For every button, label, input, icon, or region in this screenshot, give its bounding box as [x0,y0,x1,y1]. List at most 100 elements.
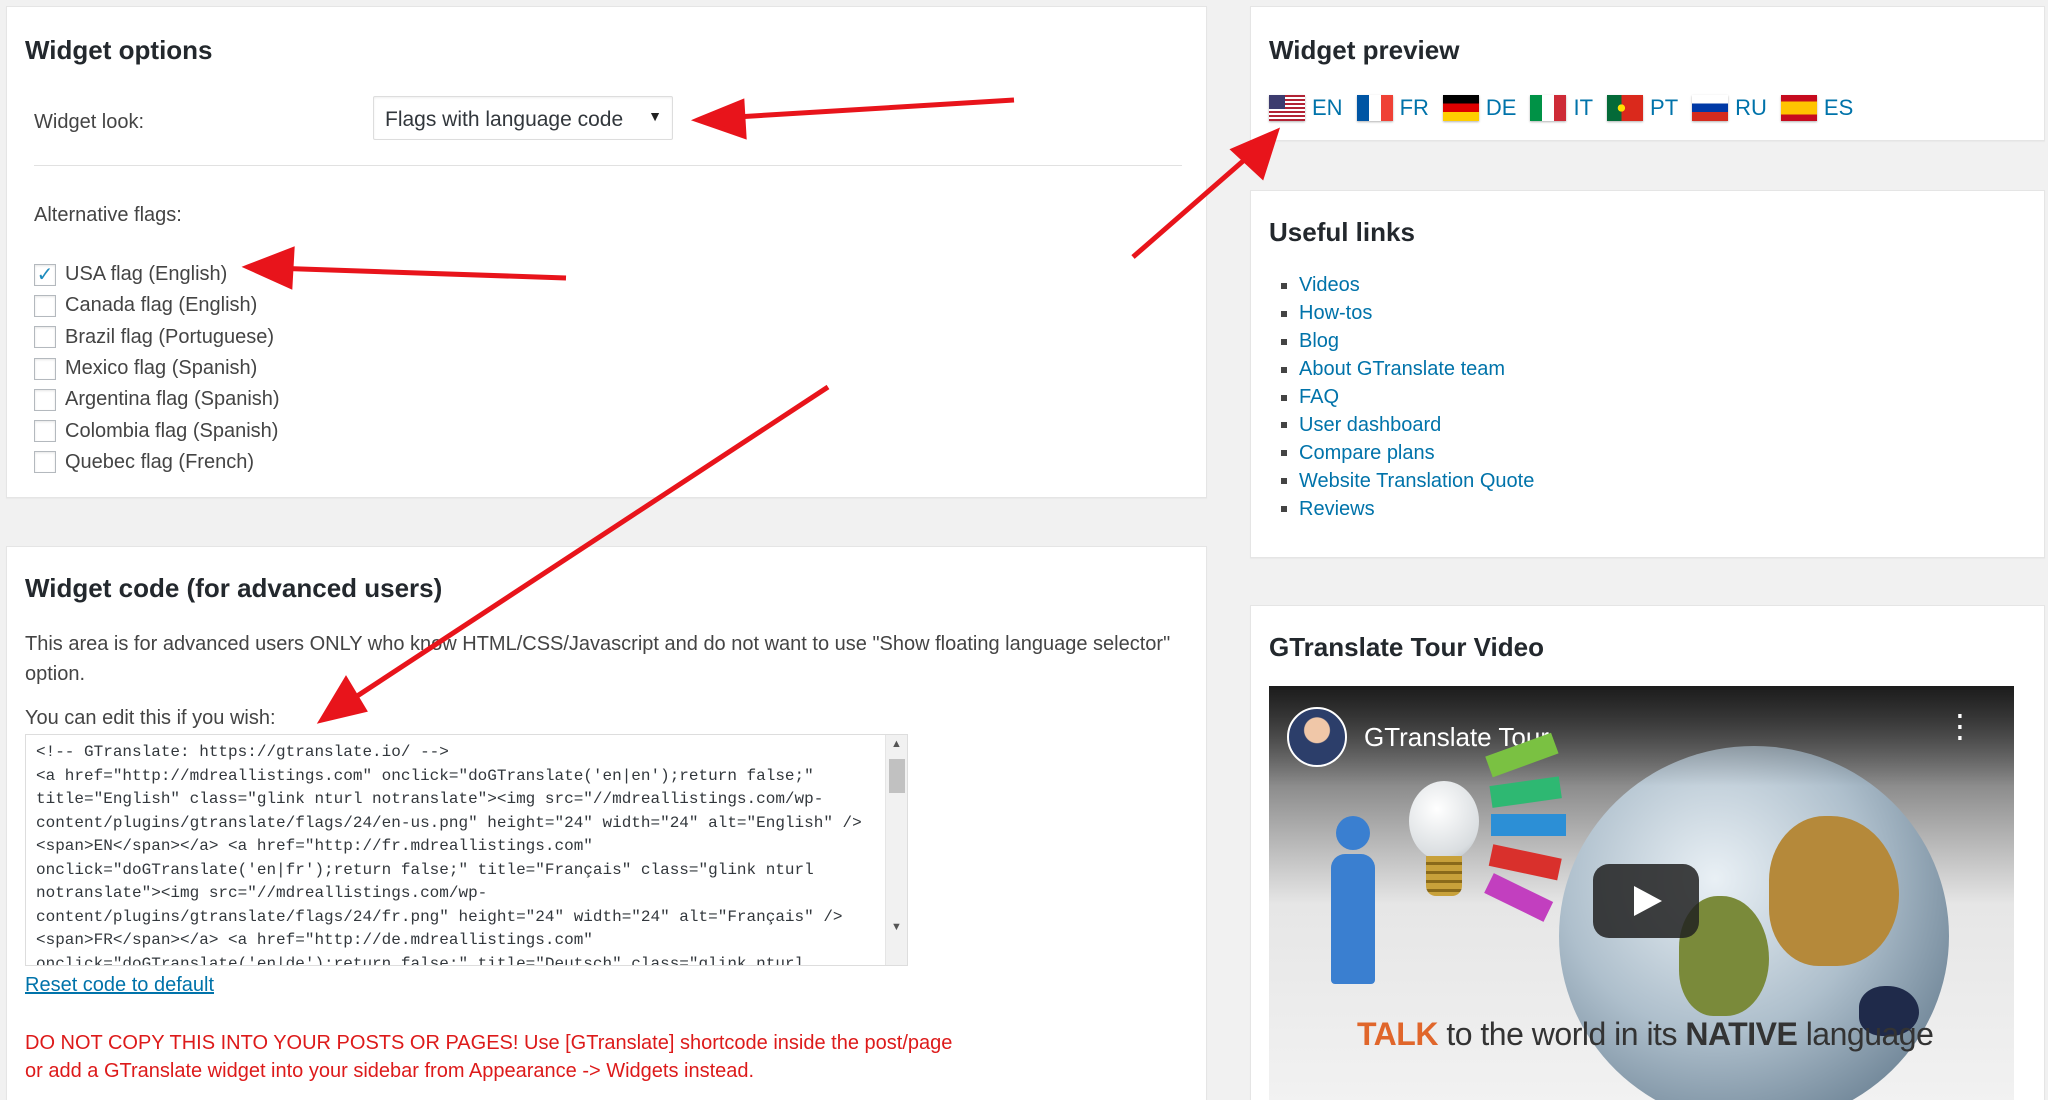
useful-link[interactable]: About GTranslate team [1299,358,1505,381]
useful-link[interactable]: Website Translation Quote [1299,470,1534,493]
play-button-icon[interactable] [1593,864,1699,938]
person-figure [1331,816,1375,986]
tagline-middle: to the world in its [1437,1016,1686,1052]
useful-link[interactable]: Blog [1299,330,1339,353]
code-edit-label: You can edit this if you wish: [25,707,276,729]
language-flags-row: EN FR DE IT PT RU ES [1269,95,1867,121]
alt-flag-checkbox[interactable] [34,357,56,380]
bullet-icon [1281,450,1287,457]
scroll-down-icon[interactable]: ▼ [891,921,902,933]
widget-look-label: Widget look: [34,111,145,133]
code-scrollbar[interactable]: ▲ ▼ [885,735,907,965]
widget-options-title: Widget options [25,35,213,65]
alt-flag-checkbox[interactable] [34,326,56,349]
dropdown-arrow-icon: ▼ [648,108,662,124]
alt-flag-checkbox[interactable] [34,388,56,411]
bullet-icon [1281,506,1287,513]
useful-link[interactable]: Videos [1299,274,1360,297]
bullet-icon [1281,338,1287,345]
language-link-ru[interactable]: RU [1692,95,1767,121]
alt-flag-label: Quebec flag (French) [65,450,254,473]
bullet-icon [1281,422,1287,429]
bullet-icon [1281,310,1287,317]
bullet-icon [1281,366,1287,373]
italy-flag-icon [1530,95,1567,121]
blue-arrow [1491,814,1566,836]
tagline-talk: TALK [1357,1016,1438,1052]
scrollbar-thumb[interactable] [889,759,905,793]
widget-code-panel: Widget code (for advanced users) This ar… [6,546,1207,1100]
useful-link[interactable]: How-tos [1299,302,1372,325]
language-code: ES [1823,95,1854,120]
language-link-it[interactable]: IT [1530,95,1593,121]
red-arrow [1488,844,1562,881]
list-item: Compare plans [1281,439,1534,467]
alt-flag-label: Brazil flag (Portuguese) [65,325,274,348]
language-code: IT [1573,95,1594,120]
usa-flag-icon [1269,95,1305,121]
alt-flag-checkbox[interactable] [34,420,56,443]
magenta-arrow [1484,873,1554,922]
alternative-flags-list: ✓ USA flag (English) Canada flag (English)… [34,259,280,478]
alt-flag-label: Colombia flag (Spanish) [65,419,279,442]
useful-link[interactable]: Compare plans [1299,442,1435,465]
bullet-icon [1281,478,1287,485]
list-item: FAQ [1281,384,1534,412]
list-item: How-tos [1281,300,1534,328]
tour-video-title: GTranslate Tour Video [1269,632,1544,662]
list-item: Videos [1281,272,1534,300]
widget-code-title: Widget code (for advanced users) [25,573,443,603]
scroll-up-icon[interactable]: ▲ [891,738,902,750]
checkmark-icon[interactable]: ✓ [34,263,56,286]
alt-flag-label: Argentina flag (Spanish) [65,388,280,411]
france-flag-icon [1356,95,1393,121]
language-link-es[interactable]: ES [1780,95,1854,121]
portugal-flag-icon [1607,95,1644,121]
alt-flag-checkbox[interactable] [34,451,56,474]
alt-flag-row[interactable]: Argentina flag (Spanish) [34,384,280,415]
list-item: About GTranslate team [1281,356,1534,384]
language-code: FR [1399,95,1429,120]
spain-flag-icon [1780,95,1817,121]
bullet-icon [1281,394,1287,401]
more-options-icon[interactable]: ⋮ [1944,710,1976,742]
bullet-icon [1281,282,1287,289]
channel-avatar[interactable] [1287,707,1347,767]
language-code: EN [1312,95,1343,120]
alt-flag-row[interactable]: Quebec flag (French) [34,447,280,478]
list-item: Reviews [1281,495,1534,523]
list-item: Blog [1281,328,1534,356]
russia-flag-icon [1692,95,1729,121]
language-link-de[interactable]: DE [1442,95,1516,121]
language-link-en[interactable]: EN [1269,95,1343,121]
widget-look-select[interactable]: Flags with language code ▼ [373,96,673,140]
alt-flag-label: USA flag (English) [65,263,228,286]
alt-flag-label: Canada flag (English) [65,294,258,317]
reset-code-link[interactable]: Reset code to default [25,974,214,997]
language-link-pt[interactable]: PT [1607,95,1678,121]
widget-code-content: <!-- GTranslate: https://gtranslate.io/ … [36,743,862,966]
useful-links-title: Useful links [1269,217,1415,247]
alt-flag-checkbox[interactable] [34,294,56,317]
useful-link[interactable]: FAQ [1299,386,1339,409]
alt-flag-row[interactable]: Mexico flag (Spanish) [34,353,280,384]
useful-link[interactable]: Reviews [1299,498,1375,521]
tagline-native: NATIVE [1685,1016,1798,1052]
tour-video-panel: GTranslate Tour Video GTranslate Tour ⋮ … [1250,605,2045,1100]
language-link-fr[interactable]: FR [1356,95,1429,121]
widget-code-description: This area is for advanced users ONLY who… [25,633,1171,685]
video-tagline: TALK to the world in its NATIVE language [1357,1016,1934,1053]
alt-flag-row[interactable]: Colombia flag (Spanish) [34,415,280,446]
useful-link[interactable]: User dashboard [1299,414,1441,437]
continent-shape [1769,816,1899,966]
widget-look-value: Flags with language code [385,108,624,131]
alt-flag-label: Mexico flag (Spanish) [65,357,258,380]
alt-flag-row[interactable]: Brazil flag (Portuguese) [34,322,280,353]
widget-options-panel: Widget options Widget look: Flags with l… [6,6,1207,498]
video-player[interactable]: GTranslate Tour ⋮ TALK to the world in i… [1269,686,2014,1100]
language-code: RU [1735,95,1767,120]
alt-flag-row[interactable]: ✓ USA flag (English) [34,259,280,290]
divider [34,165,1182,166]
widget-code-textarea[interactable]: <!-- GTranslate: https://gtranslate.io/ … [25,734,908,966]
alt-flag-row[interactable]: Canada flag (English) [34,290,280,321]
